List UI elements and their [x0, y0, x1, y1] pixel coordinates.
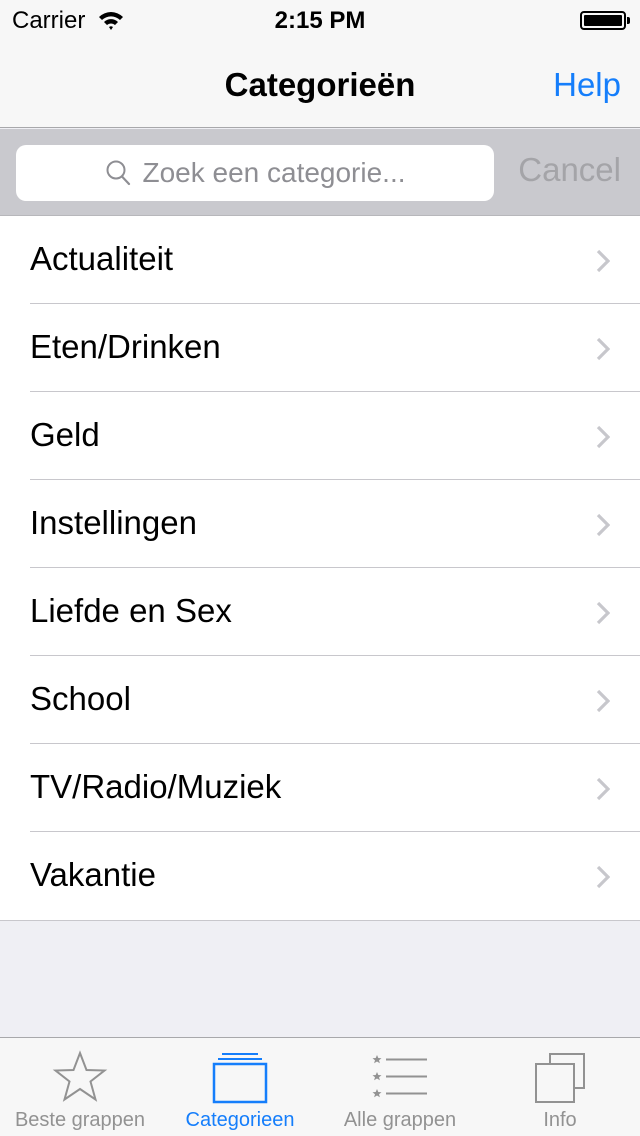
- tab-label: Beste grappen: [14, 1109, 146, 1131]
- chevron-right-icon: [596, 689, 610, 713]
- list-item[interactable]: School: [0, 656, 640, 744]
- chevron-right-icon: [596, 513, 610, 537]
- battery-icon: [580, 11, 626, 30]
- list-item[interactable]: Instellingen: [0, 480, 640, 568]
- tab-alle-grappen[interactable]: Alle grappen: [320, 1038, 480, 1136]
- chevron-right-icon: [596, 777, 610, 801]
- status-bar: Carrier 2:15 PM: [0, 0, 640, 40]
- list-item[interactable]: Actualiteit: [0, 216, 640, 304]
- list-item[interactable]: TV/Radio/Muziek: [0, 744, 640, 832]
- tab-label: Alle grappen: [343, 1109, 457, 1131]
- starred-list-icon: [372, 1055, 427, 1098]
- list-item[interactable]: Vakantie: [0, 832, 640, 920]
- list-item[interactable]: Eten/Drinken: [0, 304, 640, 392]
- tab-beste-grappen[interactable]: Beste grappen: [0, 1038, 160, 1136]
- list-item-label: Instellingen: [30, 504, 197, 541]
- category-list: Actualiteit Eten/Drinken Geld Instelling…: [0, 216, 640, 921]
- list-item-label: Vakantie: [30, 856, 156, 893]
- help-button[interactable]: Help: [553, 66, 621, 104]
- list-item[interactable]: Geld: [0, 392, 640, 480]
- page-title: Categorieën: [224, 66, 416, 103]
- chevron-right-icon: [596, 601, 610, 625]
- clock: 2:15 PM: [274, 7, 366, 34]
- list-item-label: School: [30, 680, 131, 717]
- list-item-label: TV/Radio/Muziek: [30, 768, 282, 805]
- tab-label: Categorieen: [185, 1109, 295, 1131]
- battery-tip: [627, 17, 630, 24]
- chevron-right-icon: [596, 337, 610, 361]
- list-item-label: Liefde en Sex: [30, 592, 232, 629]
- cancel-button[interactable]: Cancel: [518, 151, 621, 189]
- tab-info[interactable]: Info: [480, 1038, 640, 1136]
- chevron-right-icon: [596, 425, 610, 449]
- tab-bar: Beste grappen Categorieen Alle grappen I…: [0, 1037, 640, 1136]
- list-item-label: Eten/Drinken: [30, 328, 221, 365]
- search-bar: Zoek een categorie... Cancel: [0, 129, 640, 216]
- chevron-right-icon: [596, 249, 610, 273]
- chevron-right-icon: [596, 865, 610, 889]
- tab-label: Info: [543, 1109, 577, 1131]
- search-placeholder: Zoek een categorie...: [142, 157, 406, 188]
- search-icon: [106, 160, 131, 186]
- list-item[interactable]: Liefde en Sex: [0, 568, 640, 656]
- list-item-label: Geld: [30, 416, 100, 453]
- folders-icon: [212, 1053, 268, 1104]
- navigation-bar: Categorieën Help: [0, 40, 640, 128]
- star-icon: [52, 1050, 108, 1102]
- list-item-label: Actualiteit: [30, 240, 174, 277]
- copy-squares-icon: [535, 1053, 585, 1103]
- tab-categorieen[interactable]: Categorieen: [160, 1038, 320, 1136]
- search-input[interactable]: Zoek een categorie...: [16, 145, 494, 201]
